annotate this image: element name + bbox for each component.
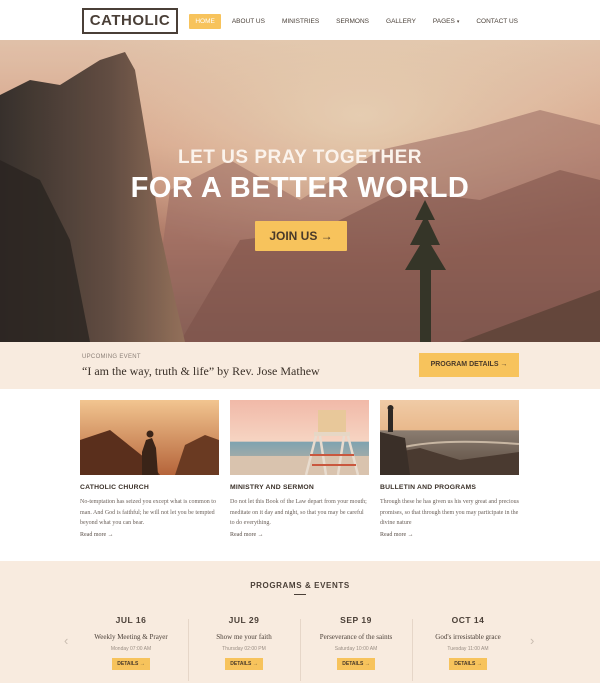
program-time: Tuesday 11:00 AM (447, 646, 489, 652)
chevron-right-icon[interactable]: › (530, 633, 534, 648)
program-date: SEP 19 (340, 615, 372, 625)
chevron-down-icon: ▾ (456, 19, 460, 25)
nav-pages[interactable]: PAGES ▾ (427, 14, 465, 29)
upcoming-event-title: “I am the way, truth & life” by Rev. Jos… (82, 364, 320, 378)
nav-home[interactable]: HOME (189, 14, 221, 29)
join-us-button[interactable]: JOIN US → (255, 221, 347, 251)
card-text: Do not let this Book of the Law depart f… (230, 499, 367, 526)
nav-gallery[interactable]: GALLERY (380, 14, 422, 29)
program-details-button[interactable]: PROGRAM DETAILS → (419, 353, 519, 377)
card-image-lifeguard-tower[interactable] (230, 400, 369, 475)
program-time: Saturday 10:00 AM (334, 646, 378, 652)
program-name: Weekly Meeting & Prayer (94, 633, 168, 641)
nav-pages-label: PAGES (432, 18, 455, 25)
program-item: OCT 14 God's irresistable grace Tuesday … (412, 613, 524, 683)
card-image-seashore[interactable] (380, 400, 519, 475)
read-more-link[interactable]: Read more → (80, 532, 114, 538)
program-item: JUL 29 Show me your faith Thursday 02:00… (188, 613, 300, 683)
card-text: No-temptation has seized you except what… (80, 499, 216, 526)
program-details-button[interactable]: DETAILS → (449, 658, 487, 670)
nav-ministries[interactable]: MINISTRIES (276, 14, 325, 29)
program-details-button[interactable]: DETAILS → (337, 658, 375, 670)
hero-banner: LET US PRAY TOGETHER FOR A BETTER WORLD … (0, 40, 600, 342)
title-divider (294, 594, 306, 595)
program-item: JUL 16 Weekly Meeting & Prayer Monday 07… (75, 613, 187, 683)
card-title: CATHOLIC CHURCH (80, 484, 149, 491)
program-name: God's irresistable grace (435, 633, 501, 641)
read-more-link[interactable]: Read more → (230, 532, 264, 538)
card-title: BULLETIN AND PROGRAMS (380, 484, 477, 491)
programs-and-events-section: PROGRAMS & EVENTS ‹ › JUL 16 Weekly Meet… (0, 561, 600, 683)
program-time: Monday 07:00 AM (110, 646, 152, 652)
program-date: OCT 14 (451, 615, 485, 625)
programs-title: PROGRAMS & EVENTS (250, 581, 350, 590)
program-name: Perseverance of the saints (319, 633, 393, 641)
program-time: Thursday 02:00 PM (222, 646, 266, 652)
site-header: CATHOLIC HOME ABOUT US MINISTRIES SERMON… (0, 0, 600, 40)
card-text: Through these he has given us his very g… (380, 499, 519, 526)
chevron-left-icon[interactable]: ‹ (64, 633, 68, 648)
nav-contact-us[interactable]: CONTACT US (470, 14, 524, 29)
program-date: JUL 29 (228, 615, 260, 625)
program-name: Show me your faith (216, 633, 272, 641)
card-image-hiker[interactable] (80, 400, 219, 475)
site-logo[interactable]: CATHOLIC (82, 8, 178, 34)
hero-heading-line1: LET US PRAY TOGETHER (177, 147, 423, 168)
upcoming-event-label: UPCOMING EVENT (82, 354, 141, 360)
nav-about-us[interactable]: ABOUT US (226, 14, 271, 29)
program-date: JUL 16 (115, 615, 147, 625)
card-title: MINISTRY AND SERMON (230, 484, 314, 491)
program-item: SEP 19 Perseverance of the saints Saturd… (300, 613, 412, 683)
nav-sermons[interactable]: SERMONS (330, 14, 375, 29)
hero-heading-line2: FOR A BETTER WORLD (130, 172, 470, 204)
program-details-button[interactable]: DETAILS → (112, 658, 150, 670)
main-nav: HOME ABOUT US MINISTRIES SERMONS GALLERY… (184, 14, 524, 29)
program-details-button[interactable]: DETAILS → (225, 658, 263, 670)
read-more-link[interactable]: Read more → (380, 532, 414, 538)
